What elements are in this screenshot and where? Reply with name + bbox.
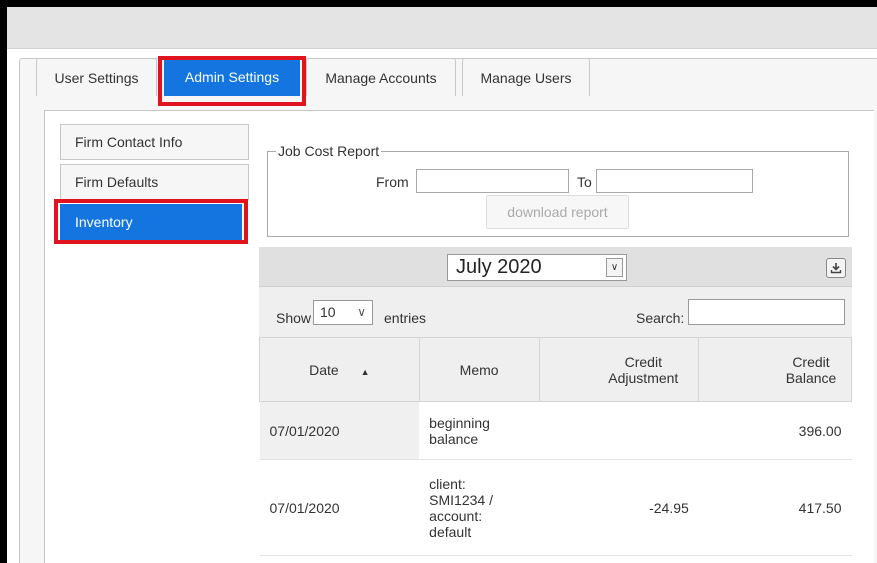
inventory-table: Date ▲ Memo Credit Adjustment Credit Bala…	[259, 337, 852, 556]
to-label: To	[577, 174, 592, 190]
cell-credit-balance: 396.00	[698, 401, 852, 460]
cell-date: 07/01/2020	[259, 401, 420, 460]
to-date-input[interactable]	[596, 169, 753, 193]
download-report-button[interactable]: download report	[486, 195, 629, 229]
column-header-credit-adjustment[interactable]: Credit Adjustment	[538, 337, 700, 402]
month-select[interactable]: July 2020 ∨	[447, 254, 627, 281]
show-label: Show	[276, 310, 312, 326]
cell-memo: client: SMI1234 / account: default	[419, 459, 540, 556]
chevron-down-icon: ∨	[357, 305, 366, 319]
tab-manage-accounts[interactable]: Manage Accounts	[306, 58, 456, 96]
sidebar-item-firm-defaults[interactable]: Firm Defaults	[60, 164, 249, 200]
chevron-down-icon: ∨	[606, 258, 623, 277]
cell-date: 07/01/2020	[259, 459, 420, 556]
tab-admin-settings[interactable]: Admin Settings	[164, 56, 300, 96]
column-header-credit-balance[interactable]: Credit Balance	[698, 337, 852, 402]
top-bar	[7, 7, 877, 49]
sort-ascending-icon: ▲	[360, 366, 370, 377]
download-icon[interactable]	[826, 258, 846, 278]
sidebar-item-firm-contact-info[interactable]: Firm Contact Info	[60, 124, 249, 160]
tab-manage-users[interactable]: Manage Users	[462, 58, 590, 96]
from-label: From	[376, 174, 409, 190]
entries-label: entries	[384, 310, 427, 326]
table-header-row: Date ▲ Memo Credit Adjustment Credit Bala…	[259, 337, 852, 402]
sidebar-item-inventory[interactable]: Inventory	[60, 204, 242, 240]
column-header-date[interactable]: Date ▲	[259, 337, 420, 402]
from-date-input[interactable]	[416, 169, 569, 193]
month-select-value: July 2020	[456, 256, 542, 278]
cell-credit-balance: 417.50	[698, 459, 852, 556]
job-cost-report-legend: Job Cost Report	[278, 143, 380, 159]
cell-credit-adjustment: -24.95	[539, 459, 699, 556]
entries-select-value: 10	[320, 304, 336, 320]
search-label: Search:	[636, 310, 685, 326]
column-header-memo[interactable]: Memo	[418, 337, 540, 402]
cell-memo: beginning balance	[419, 401, 540, 460]
table-row: 07/01/2020 beginning balance 396.00	[259, 401, 852, 460]
search-input[interactable]	[688, 299, 845, 325]
cell-credit-adjustment	[539, 401, 699, 460]
table-row: 07/01/2020 client: SMI1234 / account: de…	[259, 459, 852, 556]
entries-select[interactable]: 10 ∨	[313, 300, 373, 325]
tab-user-settings[interactable]: User Settings	[36, 58, 157, 96]
